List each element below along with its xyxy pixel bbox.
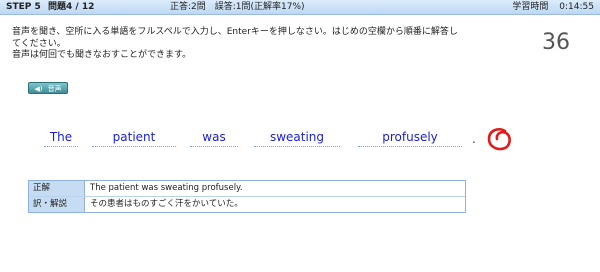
speaker-icon: ◀) <box>34 85 43 93</box>
result-value-answer: The patient was sweating profusely. <box>90 183 243 193</box>
answer-blank-1[interactable]: The <box>44 128 78 147</box>
instructions: 音声を聞き、空所に入る単語をフルスペルで入力し、Enterキーを押しなさい。はじ… <box>12 27 482 62</box>
sentence-period: . <box>472 132 476 146</box>
study-time: 学習時間 0:14:55 <box>512 0 594 14</box>
audio-play-button[interactable]: ◀) 音声 <box>28 82 68 94</box>
step-label: STEP 5 <box>6 2 41 12</box>
answer-blank-4[interactable]: sweating <box>254 128 340 147</box>
instruction-line-2: てください。 <box>12 38 66 49</box>
answer-blank-5[interactable]: profusely <box>358 128 462 147</box>
result-label-translation: 訳・解説 <box>29 197 85 212</box>
result-row-answer: 正解 The patient was sweating profusely. <box>29 181 465 196</box>
answer-blank-2[interactable]: patient <box>92 128 176 147</box>
result-table: 正解 The patient was sweating profusely. 訳… <box>28 180 466 213</box>
answer-blank-3[interactable]: was <box>190 128 238 147</box>
result-row-translation: 訳・解説 その患者はものすごく汗をかいていた。 <box>29 196 465 212</box>
countdown-counter: 36 <box>542 30 570 55</box>
study-time-label: 学習時間 <box>512 2 549 12</box>
score-summary: 正答:2問 誤答:1問(正解率17%) <box>170 2 305 12</box>
instruction-line-3: 音声は何回でも聞きなおすことができます。 <box>12 50 192 60</box>
result-value-translation: その患者はものすごく汗をかいていた。 <box>90 199 243 209</box>
instruction-line-1: 音声を聞き、空所に入る単語をフルスペルで入力し、Enterキーを押しなさい。はじ… <box>12 27 458 37</box>
result-label-answer: 正解 <box>29 181 85 196</box>
study-time-value: 0:14:55 <box>559 2 594 12</box>
header-bar: STEP 5 問題4 / 12 正答:2問 誤答:1問(正解率17%) 学習時間… <box>0 0 600 15</box>
correct-circle-icon <box>487 127 511 151</box>
audio-button-label: 音声 <box>47 85 62 93</box>
question-number: 問題4 / 12 <box>48 2 95 12</box>
